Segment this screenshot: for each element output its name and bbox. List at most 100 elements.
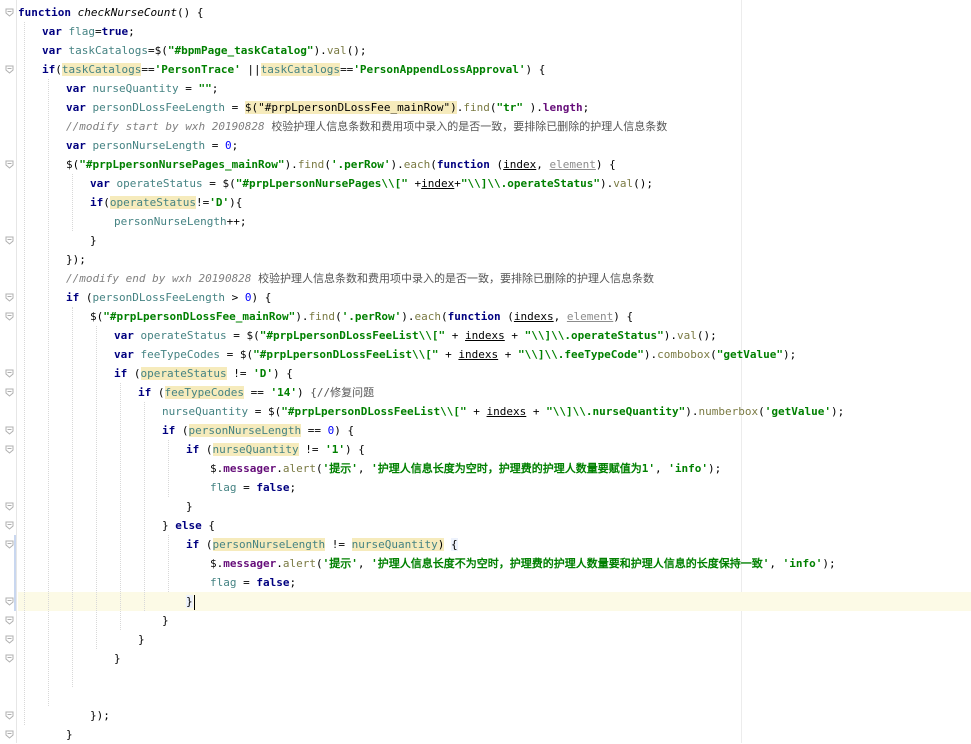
code-line[interactable]: } [18,611,169,630]
code-line-content: function checkNurseCount() { [18,6,203,19]
fold-toggle-icon[interactable] [5,160,14,169]
code-token: nurseQuantity [212,443,299,456]
indent-guide [168,535,169,592]
code-line-content: if (nurseQuantity != '1') { [18,443,365,456]
code-line[interactable]: } [18,725,73,744]
code-token: if [66,291,86,304]
code-line[interactable]: var operateStatus = $("#prpLpersonDLossF… [18,326,717,345]
code-line[interactable]: } [18,592,971,611]
code-line[interactable]: if(taskCatalogs=='PersonTrace' ||taskCat… [18,60,545,79]
code-line[interactable]: flag = false; [18,478,296,497]
fold-toggle-icon[interactable] [5,597,14,606]
code-line[interactable]: flag = false; [18,573,296,592]
fold-toggle-icon[interactable] [5,445,14,454]
code-line[interactable]: $("#prpLpersonDLossFee_mainRow").find('.… [18,307,633,326]
fold-toggle-icon[interactable] [5,65,14,74]
code-line[interactable]: nurseQuantity = $("#prpLpersonDLossFeeLi… [18,402,844,421]
code-line[interactable]: //modify end by wxh 20190828 校验护理人信息条数和费… [18,269,654,288]
code-token: ). [284,158,298,171]
code-token: != [226,367,254,380]
change-marker[interactable] [14,535,16,611]
fold-toggle-icon[interactable] [5,388,14,397]
fold-toggle-icon[interactable] [5,426,14,435]
code-token: + [454,177,461,190]
code-line[interactable]: var feeTypeCodes = $("#prpLpersonDLossFe… [18,345,796,364]
code-line[interactable]: var personDLossFeeLength = $("#prpLperso… [18,98,589,117]
code-line[interactable]: var operateStatus = $("#prpLpersonNurseP… [18,174,653,193]
code-line[interactable]: //modify start by wxh 20190828 校验护理人信息条数… [18,117,667,136]
code-line[interactable]: $.messager.alert('提示', '护理人信息长度为空时，护理费的护… [18,459,721,478]
fold-toggle-icon[interactable] [5,236,14,245]
code-line[interactable]: if (operateStatus != 'D') { [18,364,293,383]
code-token: } [162,614,169,627]
code-token: = [178,82,199,95]
code-line[interactable]: if (nurseQuantity != '1') { [18,440,365,459]
code-line[interactable]: } [18,231,97,250]
code-token: numberbox [698,405,759,418]
code-token: 'PersonTrace' [154,63,241,76]
code-line[interactable]: var flag=true; [18,22,135,41]
fold-toggle-icon[interactable] [5,312,14,321]
code-token: '1' [325,443,345,456]
code-token: } [90,234,97,247]
code-token: ). [401,310,415,323]
code-token: ( [205,443,213,456]
code-token: . [276,557,283,570]
fold-toggle-icon[interactable] [5,293,14,302]
code-line[interactable]: if (personDLossFeeLength > 0) { [18,288,271,307]
code-line[interactable]: var personNurseLength = 0; [18,136,238,155]
code-token: var [66,139,93,152]
fold-toggle-icon[interactable] [5,369,14,378]
code-line[interactable]: } [18,497,193,516]
fold-toggle-icon[interactable] [5,730,14,739]
code-line[interactable]: if (personNurseLength != nurseQuantity) … [18,535,458,554]
fold-toggle-icon[interactable] [5,711,14,720]
code-token: + [445,329,466,342]
code-line[interactable]: }); [18,250,86,269]
fold-toggle-icon[interactable] [5,521,14,530]
code-line-content: } [18,614,169,627]
code-line[interactable]: personNurseLength++; [18,212,246,231]
fold-toggle-icon[interactable] [5,502,14,511]
code-line-content: var flag=true; [18,25,135,38]
code-token: if [42,63,56,76]
code-line[interactable]: $("#prpLpersonNursePages_mainRow").find(… [18,155,616,174]
code-line[interactable]: } [18,649,121,668]
code-line[interactable]: }); [18,706,110,725]
code-line-content: //modify start by wxh 20190828 校验护理人信息条数… [18,120,667,133]
code-token: ; [128,25,135,38]
code-token: = [236,576,257,589]
fold-toggle-icon[interactable] [5,635,14,644]
code-token: } [186,595,193,608]
code-line[interactable]: var taskCatalogs=$("#bpmPage_taskCatalog… [18,41,367,60]
gutter-divider [16,0,17,743]
code-token: var [114,348,141,361]
code-line[interactable]: if(operateStatus!='D'){ [18,193,242,212]
code-token: var [90,177,117,190]
code-token: != [325,538,352,551]
code-line-content: var operateStatus = $("#prpLpersonNurseP… [18,177,653,190]
code-token: if [138,386,158,399]
code-token: val [326,44,347,57]
code-line[interactable]: function checkNurseCount() { [18,3,203,22]
code-token: feeTypeCodes [164,386,244,399]
code-token: false [256,481,290,494]
fold-toggle-icon[interactable] [5,8,14,17]
fold-toggle-icon[interactable] [5,654,14,663]
code-token: personNurseLength [212,538,326,551]
code-line[interactable]: if (personNurseLength == 0) { [18,421,354,440]
code-token: nurseQuantity [351,538,438,551]
code-token: ; [289,576,297,589]
code-token: , [553,310,567,323]
code-editor[interactable]: function checkNurseCount() { var flag=tru… [18,0,971,743]
code-line[interactable]: } [18,630,145,649]
fold-toggle-icon[interactable] [5,616,14,625]
code-token: , [357,462,372,475]
code-token: || [240,63,261,76]
code-token: //modify start by wxh 20190828 [66,120,272,133]
code-token: operateStatus [140,367,227,380]
code-token: each [403,158,431,171]
code-line[interactable]: $.messager.alert('提示', '护理人信息长度不为空时，护理费的… [18,554,836,573]
code-token: }); [90,709,110,722]
fold-toggle-icon[interactable] [5,540,14,549]
